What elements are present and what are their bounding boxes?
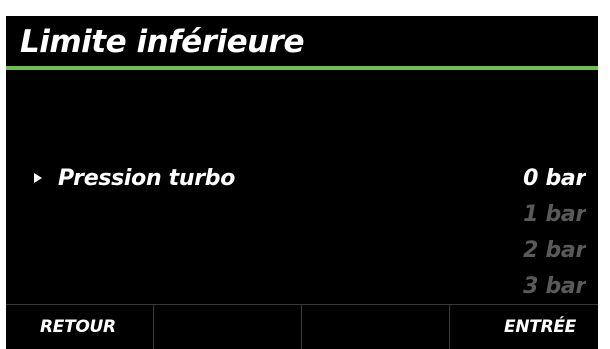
value-option[interactable]: 2 bar [426, 234, 586, 270]
value-option[interactable]: 3 bar [426, 270, 586, 306]
softkey-bar: RETOUR ENTRÉE [6, 304, 598, 349]
page-title: Limite inférieure [20, 24, 304, 60]
title-divider [6, 66, 598, 70]
title-bar: Limite inférieure [6, 16, 598, 66]
display-screen: Limite inférieure Pression turbo 0 bar 1… [6, 16, 598, 349]
value-option[interactable]: 1 bar [426, 198, 586, 234]
softkey-3[interactable] [302, 305, 450, 349]
setting-label: Pression turbo [58, 166, 236, 191]
back-button[interactable]: RETOUR [6, 305, 154, 349]
triangle-right-icon [34, 173, 42, 183]
softkey-2[interactable] [154, 305, 302, 349]
enter-button[interactable]: ENTRÉE [450, 305, 598, 349]
value-option-selected[interactable]: 0 bar [426, 162, 586, 198]
value-list[interactable]: 0 bar 1 bar 2 bar 3 bar [426, 162, 586, 308]
